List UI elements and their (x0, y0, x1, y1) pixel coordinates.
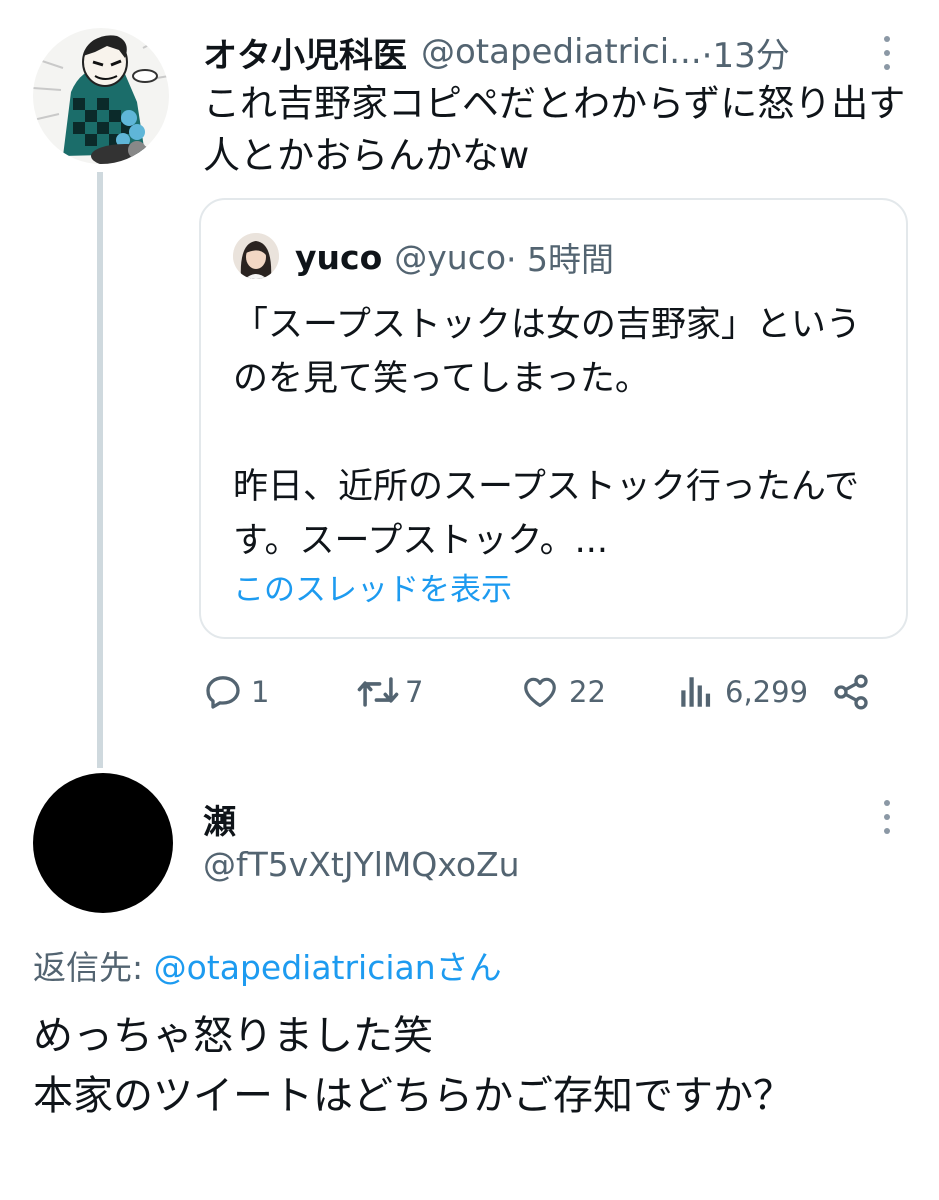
parent-tweet-text: これ吉野家コピペだとわからずに怒り出す人とかおらんかなw (203, 82, 906, 177)
like-button[interactable]: 22 (521, 660, 606, 724)
quoted-tweet-text: 「スープストックは女の吉野家」というのを見て笑ってしまった。 昨日、近所のスープ… (233, 298, 883, 568)
more-vertical-icon[interactable] (880, 800, 894, 834)
quoted-author-avatar[interactable] (233, 233, 279, 279)
retweet-button[interactable]: 7 (357, 660, 423, 724)
quoted-author-name[interactable]: yuco (295, 238, 382, 277)
reply-button[interactable]: 1 (203, 660, 269, 724)
parent-tweet-header: オタ小児科医 @otapediatrici... ·13分 (203, 26, 790, 78)
more-vertical-icon[interactable] (880, 36, 894, 70)
replying-to: 返信先: @otapediatricianさん (33, 941, 502, 989)
author-display-name[interactable]: オタ小児科医 (203, 28, 407, 77)
tweet-timestamp[interactable]: ·13分 (702, 28, 790, 77)
reply-line: 本家のツイートはどちらかご存知ですか？ (33, 1073, 793, 1119)
author-avatar[interactable] (33, 28, 169, 164)
replying-to-label: 返信先: (33, 948, 154, 987)
reply-count: 1 (251, 675, 270, 709)
reply-line: めっちゃ怒りました笑 (33, 1013, 433, 1059)
author-handle[interactable]: @otapediatrici... (421, 32, 702, 72)
quoted-paragraph: 「スープストックは女の吉野家」というのを見て笑ってしまった。 (233, 305, 861, 399)
views-count: 6,299 (725, 675, 809, 709)
retweet-count: 7 (405, 675, 424, 709)
reply-author-name[interactable]: 瀬 (203, 795, 236, 843)
share-icon (834, 674, 868, 710)
replying-to-mention[interactable]: @otapediatricianさん (154, 948, 502, 987)
thread-connector-line (97, 172, 103, 768)
quoted-paragraph: 昨日、近所のスープストック行ったんです。スープストック。... (233, 467, 860, 561)
tweet-action-bar: 1 7 22 6,299 (199, 660, 879, 724)
views-icon (681, 677, 711, 707)
retweet-icon (357, 677, 399, 707)
quoted-tweet-card[interactable]: yuco @yuco · 5時間 「スープストックは女の吉野家」というのを見て笑… (199, 198, 908, 639)
quoted-tweet-timestamp: · 5時間 (506, 240, 615, 279)
views-button[interactable]: 6,299 (679, 660, 808, 724)
reply-icon (206, 676, 240, 709)
reply-author-avatar[interactable] (33, 773, 173, 913)
share-button[interactable] (831, 660, 871, 724)
avatar-photo (233, 233, 279, 279)
like-count: 22 (569, 675, 606, 709)
heart-icon (524, 677, 556, 708)
quoted-tweet-header: yuco @yuco · 5時間 (295, 232, 614, 282)
reply-tweet-text: めっちゃ怒りました笑 本家のツイートはどちらかご存知ですか？ (33, 1006, 913, 1126)
reply-author-handle[interactable]: @fT5vXtJYlMQxoZu (203, 845, 520, 884)
show-thread-link[interactable]: このスレッドを表示 (233, 564, 512, 609)
avatar-illustration (33, 28, 169, 164)
quoted-author-handle[interactable]: @yuco (394, 238, 506, 277)
